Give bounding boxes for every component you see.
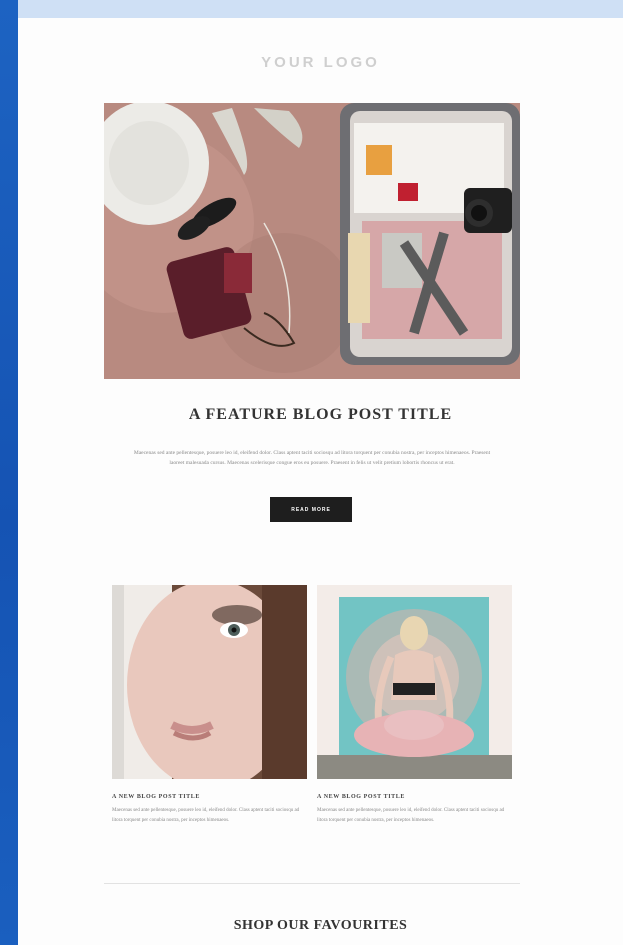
post-title[interactable]: A NEW BLOG POST TITLE (112, 794, 307, 800)
portrait-image[interactable] (112, 585, 307, 779)
post-excerpt: Maecenas sed ante pellentesque, posuere … (317, 808, 505, 823)
feature-post-title[interactable]: A FEATURE BLOG POST TITLE (18, 406, 623, 424)
hero-image[interactable] (104, 103, 520, 379)
post-title[interactable]: A NEW BLOG POST TITLE (317, 794, 512, 800)
yoga-image[interactable] (317, 585, 512, 779)
section-divider (104, 883, 520, 884)
blog-card[interactable]: A NEW BLOG POST TITLE Maecenas sed ante … (112, 585, 307, 825)
logo[interactable]: YOUR LOGO (18, 54, 623, 71)
read-more-button[interactable]: READ MORE (270, 497, 352, 522)
feature-post-excerpt: Maecenas sed ante pellentesque, posuere … (133, 450, 491, 466)
blog-card[interactable]: A NEW BLOG POST TITLE Maecenas sed ante … (317, 585, 512, 825)
browser-top-band (18, 0, 623, 18)
post-excerpt: Maecenas sed ante pellentesque, posuere … (112, 808, 300, 823)
email-page: YOUR LOGO A FEATURE BLOG POST TITLE Maec… (18, 18, 623, 945)
shop-section-title: SHOP OUR FAVOURITES (233, 918, 408, 933)
